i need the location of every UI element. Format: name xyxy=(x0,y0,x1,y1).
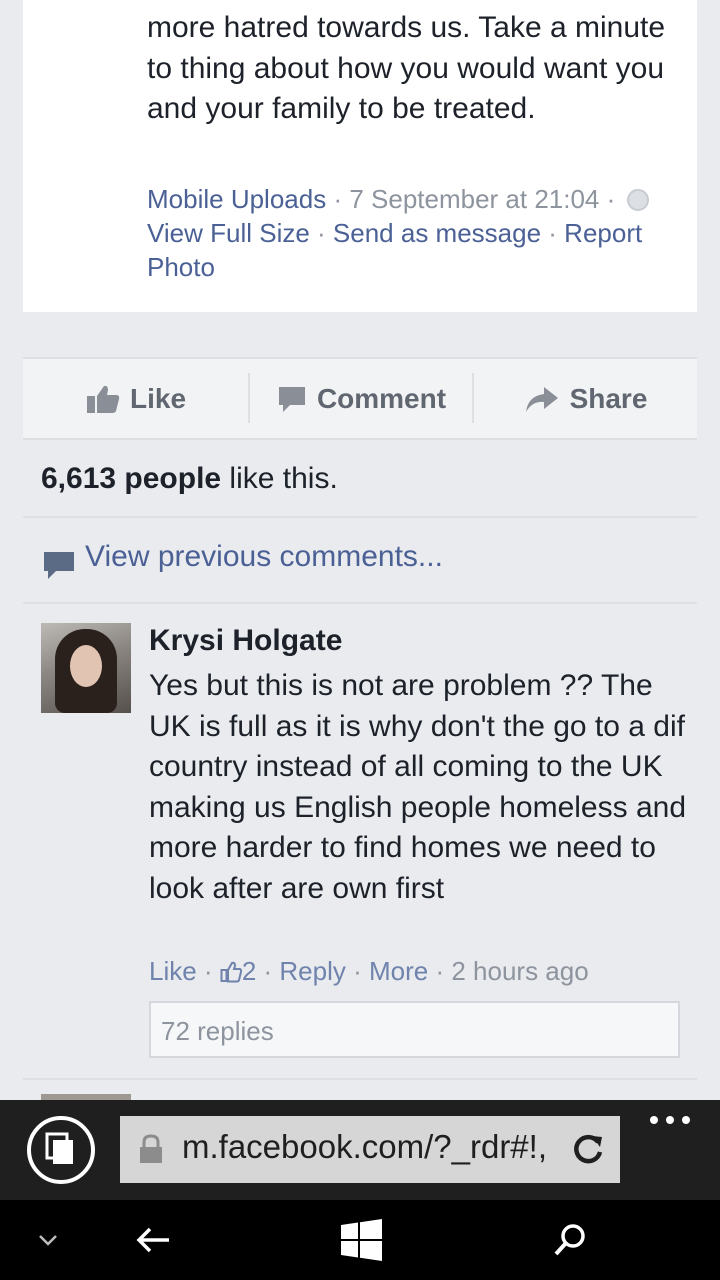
comment-meta: Like · 2 · Reply · More · 2 hours ago xyxy=(149,956,589,987)
meta-separator: · xyxy=(256,956,280,986)
comment-more-link[interactable]: More xyxy=(369,956,428,986)
likes-summary[interactable]: 6,613 people like this. xyxy=(23,440,697,518)
post-text: more hatred towards us. Take a minute to… xyxy=(147,11,666,125)
comment-like-count[interactable]: 2 xyxy=(242,956,256,986)
meta-separator: · xyxy=(541,218,565,248)
refresh-icon[interactable] xyxy=(570,1132,606,1168)
share-icon xyxy=(525,386,558,412)
avatar-face xyxy=(70,645,102,687)
url-text: m.facebook.com/?_rdr#!, xyxy=(182,1128,547,1165)
comment-button[interactable]: Comment xyxy=(249,359,474,438)
share-button[interactable]: Share xyxy=(474,359,697,438)
more-icon[interactable] xyxy=(650,1116,690,1126)
post-card: more hatred towards us. Take a minute to… xyxy=(23,0,697,312)
likes-text: 6,613 people like this. xyxy=(41,462,338,496)
meta-separator: · xyxy=(428,956,452,986)
mobile-uploads-link[interactable]: Mobile Uploads xyxy=(147,184,326,214)
meta-separator: · xyxy=(309,218,333,248)
comment-reply-link[interactable]: Reply xyxy=(279,956,345,986)
meta-separator: · xyxy=(326,184,350,214)
action-bar: Like Comment Share xyxy=(23,357,697,440)
url-field[interactable]: m.facebook.com/?_rdr#!, xyxy=(120,1116,620,1183)
search-icon[interactable] xyxy=(546,1200,594,1280)
meta-separator: · xyxy=(345,956,369,986)
share-label: Share xyxy=(569,382,648,414)
comment-icon xyxy=(278,386,305,412)
view-full-size-link[interactable]: View Full Size xyxy=(147,218,310,248)
replies-button[interactable]: 72 replies xyxy=(149,1001,680,1058)
comment-like-link[interactable]: Like xyxy=(149,956,197,986)
chevron-down-icon[interactable] xyxy=(28,1200,68,1280)
browser-address-bar: m.facebook.com/?_rdr#!, xyxy=(0,1100,720,1200)
post-meta: Mobile Uploads · 7 September at 21:04 · … xyxy=(147,182,667,284)
tabs-button[interactable] xyxy=(27,1116,95,1184)
likes-suffix: like this. xyxy=(221,462,338,495)
lock-icon xyxy=(140,1134,162,1163)
comment-label: Comment xyxy=(316,382,447,414)
tabs-icon xyxy=(45,1132,73,1164)
system-nav-bar xyxy=(0,1200,720,1280)
comment-text: Yes but this is not are problem ?? The U… xyxy=(149,669,686,905)
globe-icon xyxy=(626,189,649,211)
meta-separator: · xyxy=(599,184,623,214)
view-previous-comments[interactable]: View previous comments... xyxy=(23,518,697,604)
comment-author[interactable]: Krysi Holgate xyxy=(149,624,342,658)
comment: Krysi Holgate Yes but this is not are pr… xyxy=(23,604,697,1080)
send-as-message-link[interactable]: Send as message xyxy=(333,218,541,248)
meta-separator: · xyxy=(196,956,220,986)
thumbs-up-icon xyxy=(220,961,242,983)
avatar[interactable] xyxy=(41,623,131,713)
view-previous-label: View previous comments... xyxy=(85,540,443,573)
like-label: Like xyxy=(129,382,187,414)
thumbs-up-icon xyxy=(86,385,120,413)
like-button[interactable]: Like xyxy=(23,359,249,438)
post-date[interactable]: 7 September at 21:04 xyxy=(349,184,599,214)
comment-icon xyxy=(44,552,74,579)
replies-count: 72 replies xyxy=(161,1016,274,1046)
comment-time: 2 hours ago xyxy=(451,956,589,986)
page: more hatred towards us. Take a minute to… xyxy=(0,0,720,1280)
back-icon[interactable] xyxy=(126,1200,180,1280)
likes-count: 6,613 people xyxy=(41,462,222,495)
windows-icon[interactable] xyxy=(336,1200,386,1280)
